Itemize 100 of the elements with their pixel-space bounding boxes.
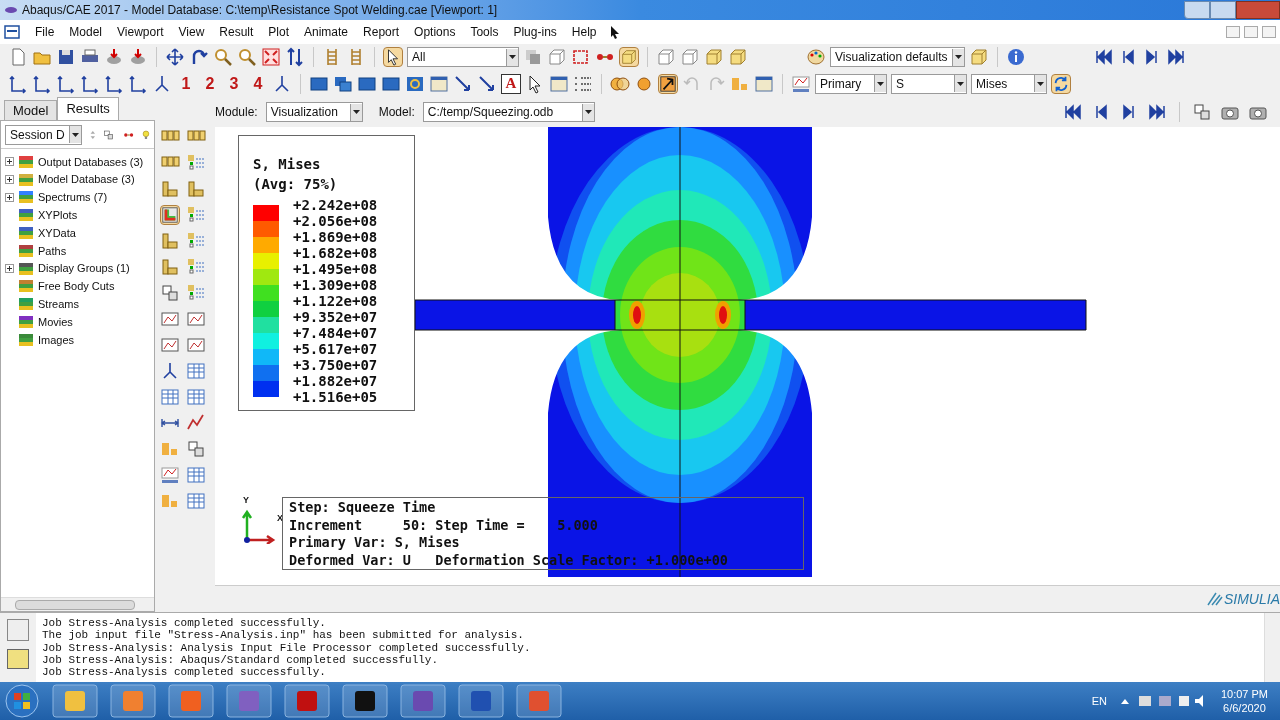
first-frame-icon[interactable] [1093,47,1114,67]
plot-icon[interactable] [186,309,206,329]
tree-item[interactable]: Spectrums (7) [38,189,108,206]
arrow-icon[interactable] [453,73,473,94]
first-frame-icon[interactable] [1063,102,1083,122]
plot-icon[interactable] [160,335,180,355]
tree-item[interactable]: Display Groups (1) [38,260,130,277]
tree-item[interactable]: XYData [38,224,76,242]
tree-item[interactable]: Images [38,331,75,349]
terminal-taskbar-icon[interactable] [342,684,388,718]
magnifier-icon[interactable] [213,47,233,67]
pdf-taskbar-icon[interactable] [284,684,330,718]
selection-filter-combo[interactable]: All [407,47,519,67]
cube-icon[interactable] [728,47,748,67]
select-box-icon[interactable] [571,47,591,67]
cube-icon[interactable] [547,47,567,67]
render-style-combo[interactable]: Visualization defaults [830,47,965,67]
zoom-box-icon[interactable] [237,47,257,67]
tree-item[interactable]: Paths [38,242,67,260]
view-number-button[interactable]: 2 [200,75,220,92]
text-tool-button[interactable]: A [501,73,521,94]
panel-icon[interactable] [429,73,449,94]
view-number-button[interactable]: 4 [248,75,268,92]
menu-item[interactable]: Model [69,23,103,41]
last-frame-icon[interactable] [1165,47,1186,67]
word-taskbar-icon[interactable] [458,684,504,718]
menu-item[interactable]: Viewport [117,23,164,41]
clock-date[interactable]: 6/6/2020 [1223,701,1266,715]
module-combo[interactable]: Visualization [265,102,363,122]
arrow-icon[interactable] [477,73,497,94]
axes-icon[interactable] [128,73,148,94]
blocks-icon[interactable] [160,179,180,199]
tree-item[interactable]: Model Database (3) [38,171,135,188]
menu-item[interactable]: Help [571,23,597,41]
menu-item[interactable]: File [35,23,55,41]
window-menu-icon[interactable] [4,25,20,39]
folder-taskbar-icon[interactable] [52,684,98,718]
tree-item[interactable]: Streams [38,296,79,313]
tile-icon[interactable] [186,439,206,459]
table-icon[interactable] [160,387,180,407]
horizontal-scrollbar[interactable] [15,599,135,610]
maximize-button[interactable] [1210,1,1236,19]
menu-item[interactable]: Plug-ins [513,23,557,41]
output-type-combo[interactable]: Primary [815,73,887,94]
fit-view-icon[interactable] [261,47,281,67]
axes-icon[interactable] [80,73,100,94]
options-list-icon[interactable] [186,153,206,173]
axes-icon[interactable] [32,73,52,94]
tree-item[interactable]: Output Databases (3) [38,153,144,171]
component-combo[interactable]: Mises [971,73,1047,94]
cube-icon[interactable] [656,47,676,67]
menu-item[interactable]: View [178,23,205,41]
panel-icon[interactable] [754,73,774,94]
database-icon[interactable] [128,47,148,67]
view-number-button[interactable]: 1 [176,75,196,92]
info-icon[interactable] [1005,47,1026,67]
model-combo[interactable]: C:/temp/Squeezing.odb [422,102,595,122]
options-list-icon[interactable] [186,257,206,277]
database-icon[interactable] [104,47,124,67]
cube-icon[interactable] [680,47,700,67]
spectrum-icon[interactable] [791,73,811,94]
move-icon[interactable] [165,47,185,67]
expand-icon[interactable] [5,175,14,185]
tree-item[interactable]: XYPlots [38,207,78,224]
spectrum-icon[interactable] [160,465,180,485]
start-button-icon[interactable] [4,683,40,719]
expand-icon[interactable] [5,264,14,274]
menu-item[interactable]: Tools [470,23,499,41]
message-area-button[interactable] [7,619,29,641]
language-indicator[interactable]: EN [1091,692,1107,710]
up-down-arrows-icon[interactable] [285,47,305,67]
session-combo[interactable]: Session D [5,124,82,145]
panel-tab[interactable]: Model [4,100,58,120]
minimize-button[interactable] [1184,1,1210,19]
axes-icon[interactable] [8,73,28,94]
tile-icon[interactable] [160,283,180,303]
cube-icon[interactable] [704,47,724,67]
expand-icon[interactable] [5,157,14,167]
plot-icon[interactable] [186,335,206,355]
abaqus-taskbar-icon[interactable] [400,684,446,718]
cube-icon[interactable] [968,47,989,67]
menu-item[interactable]: Options [414,23,456,41]
blocks-icon[interactable] [186,179,206,199]
tile-icon[interactable] [1192,102,1212,122]
menu-item[interactable]: Animate [304,23,349,41]
vertical-scrollbar[interactable] [1264,613,1280,682]
plot-icon[interactable] [160,309,180,329]
table-icon[interactable] [186,491,206,511]
copy-icon[interactable] [523,47,543,67]
cube-icon[interactable] [619,47,639,67]
blocks-icon[interactable] [160,231,180,251]
table-icon[interactable] [186,361,206,381]
table-icon[interactable] [186,387,206,407]
save-icon[interactable] [56,47,76,67]
view-number-button[interactable]: 3 [224,75,244,92]
tree-item[interactable]: Free Body Cuts [38,278,115,295]
palette-icon[interactable] [806,47,826,67]
table-icon[interactable] [186,465,206,485]
command-line-button[interactable] [7,649,29,669]
sync-icon[interactable] [1051,73,1071,94]
